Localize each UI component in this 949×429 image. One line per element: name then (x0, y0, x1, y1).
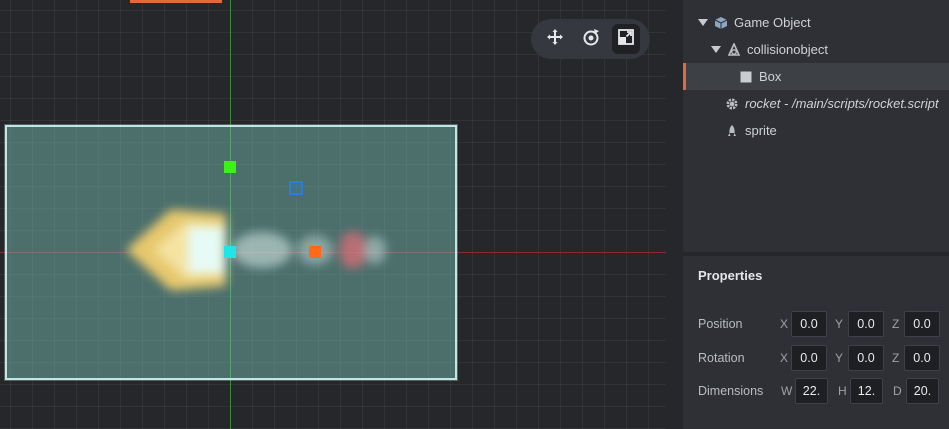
sprite-icon (725, 124, 739, 138)
dimensions-d-field[interactable] (906, 378, 939, 404)
rocket-sprite (112, 190, 392, 310)
outline-item-label: Box (759, 69, 782, 84)
rotate-icon (582, 28, 600, 51)
rotate-tool-button[interactable] (577, 24, 605, 54)
property-label: Rotation (698, 351, 745, 365)
scale-handle-xy-plane[interactable] (289, 181, 303, 195)
position-y-field[interactable] (848, 311, 884, 337)
transform-toolbar (531, 19, 650, 59)
rotation-x-field[interactable] (791, 345, 827, 371)
collision-icon (727, 42, 741, 57)
scale-handle-uniform[interactable] (224, 246, 236, 258)
axis-label-y: Y (835, 351, 844, 365)
axis-label-y: Y (835, 317, 844, 331)
properties-title: Properties (698, 268, 763, 283)
box-icon (739, 70, 753, 84)
properties-panel: Properties Position X Y Z Rotation X Y Z… (683, 256, 949, 429)
axis-label-z: Z (892, 317, 900, 331)
expand-triangle-icon[interactable] (711, 46, 721, 53)
scale-tool-button[interactable] (612, 24, 641, 54)
outline-item-label: collisionobject (747, 42, 828, 57)
scale-handle-y[interactable] (224, 161, 236, 173)
property-position: Position X Y Z (683, 311, 949, 337)
axis-label-d: D (893, 384, 902, 398)
axis-label-w: W (781, 384, 793, 398)
property-label: Position (698, 317, 743, 331)
outline-item-label: Game Object (734, 15, 811, 30)
move-icon (546, 28, 564, 51)
expand-triangle-icon[interactable] (698, 19, 708, 26)
rotation-y-field[interactable] (848, 345, 884, 371)
rotation-z-field[interactable] (904, 345, 940, 371)
position-x-field[interactable] (791, 311, 827, 337)
rocket-exhaust-trail (232, 232, 292, 268)
axis-label-x: X (780, 317, 789, 331)
rocket-exhaust-flame (340, 232, 366, 268)
scale-handle-x[interactable] (309, 246, 321, 258)
outline-item-sprite[interactable]: sprite (683, 117, 949, 144)
scale-icon (617, 28, 635, 51)
axis-label-h: H (838, 384, 847, 398)
outline-item-box[interactable]: Box (683, 63, 949, 90)
dimensions-w-field[interactable] (795, 378, 828, 404)
rocket-window (188, 227, 224, 273)
scene-viewport[interactable] (0, 0, 666, 429)
axis-label-x: X (780, 351, 789, 365)
axis-label-z: Z (892, 351, 900, 365)
property-label: Dimensions (698, 384, 764, 398)
right-panel: Game Object collisionobject Box rocket -… (683, 0, 949, 429)
outline-item-label: sprite (745, 123, 777, 138)
move-tool-button[interactable] (541, 24, 569, 54)
position-z-field[interactable] (904, 311, 940, 337)
active-tab-indicator (130, 0, 222, 3)
outline-tree: Game Object collisionobject Box rocket -… (683, 0, 949, 250)
dimensions-h-field[interactable] (850, 378, 883, 404)
outline-item-rocket-script[interactable]: rocket - /main/scripts/rocket.script (683, 90, 949, 117)
outline-item-label: rocket - /main/scripts/rocket.script (745, 96, 939, 111)
outline-item-game-object[interactable]: Game Object (683, 9, 949, 36)
cube-icon (714, 16, 728, 30)
gear-icon (725, 97, 739, 111)
outline-item-collisionobject[interactable]: collisionobject (683, 36, 949, 63)
rocket-exhaust-trail (364, 236, 386, 264)
property-dimensions: Dimensions W H D (683, 378, 949, 404)
property-rotation: Rotation X Y Z (683, 345, 949, 371)
